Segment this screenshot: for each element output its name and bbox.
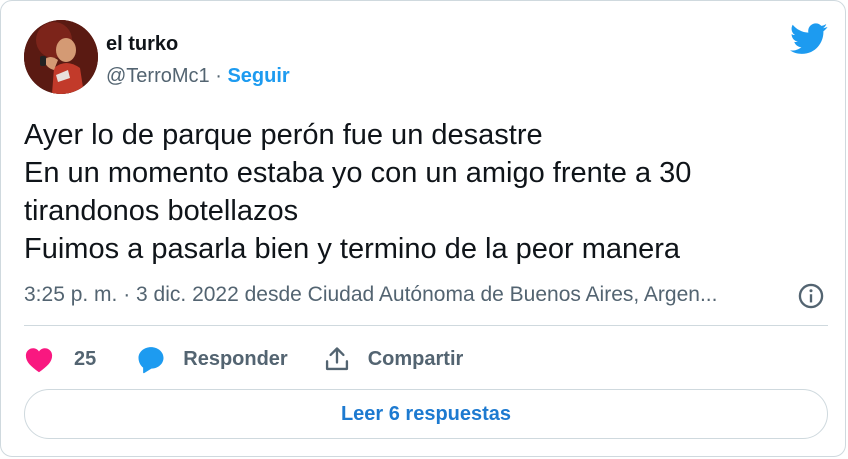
like-count: 25 bbox=[74, 347, 97, 370]
read-replies-button[interactable]: Leer 6 respuestas bbox=[24, 389, 828, 439]
info-icon[interactable] bbox=[797, 282, 825, 310]
reply-button[interactable]: Responder bbox=[136, 344, 288, 374]
share-button[interactable]: Compartir bbox=[323, 345, 464, 373]
tweet-line: Ayer lo de parque perón fue un desastre bbox=[24, 119, 543, 151]
tweet-line: En un momento estaba yo con un amigo fre… bbox=[24, 157, 692, 189]
tweet-line: tirandonos botellazos bbox=[24, 195, 299, 227]
reply-label: Responder bbox=[183, 347, 288, 370]
tweet-line: Fuimos a pasarla bien y termino de la pe… bbox=[24, 233, 681, 265]
action-bar: 25 Responder Compartir bbox=[24, 341, 463, 377]
like-button[interactable]: 25 bbox=[24, 345, 96, 373]
twitter-bird-icon[interactable] bbox=[790, 23, 828, 55]
avatar[interactable] bbox=[24, 20, 98, 94]
share-label: Compartir bbox=[367, 347, 464, 370]
tweet-text: Ayer lo de parque perón fue un desastre … bbox=[24, 116, 814, 268]
author-handle-row: @TerroMc1 · Seguir bbox=[106, 65, 290, 88]
reply-bubble-icon bbox=[138, 347, 164, 374]
author-name[interactable]: el turko bbox=[106, 33, 178, 56]
author-handle[interactable]: @TerroMc1 bbox=[106, 65, 210, 87]
follow-button[interactable]: Seguir bbox=[227, 65, 289, 87]
tweet-card: el turko @TerroMc1 · Seguir Ayer lo de p… bbox=[0, 0, 846, 457]
divider bbox=[24, 325, 828, 326]
heart-icon bbox=[25, 348, 53, 373]
share-icon bbox=[325, 347, 348, 371]
tweet-timestamp[interactable]: 3:25 p. m. · 3 dic. 2022 desde Ciudad Au… bbox=[24, 283, 784, 307]
separator-dot: · bbox=[215, 65, 222, 87]
